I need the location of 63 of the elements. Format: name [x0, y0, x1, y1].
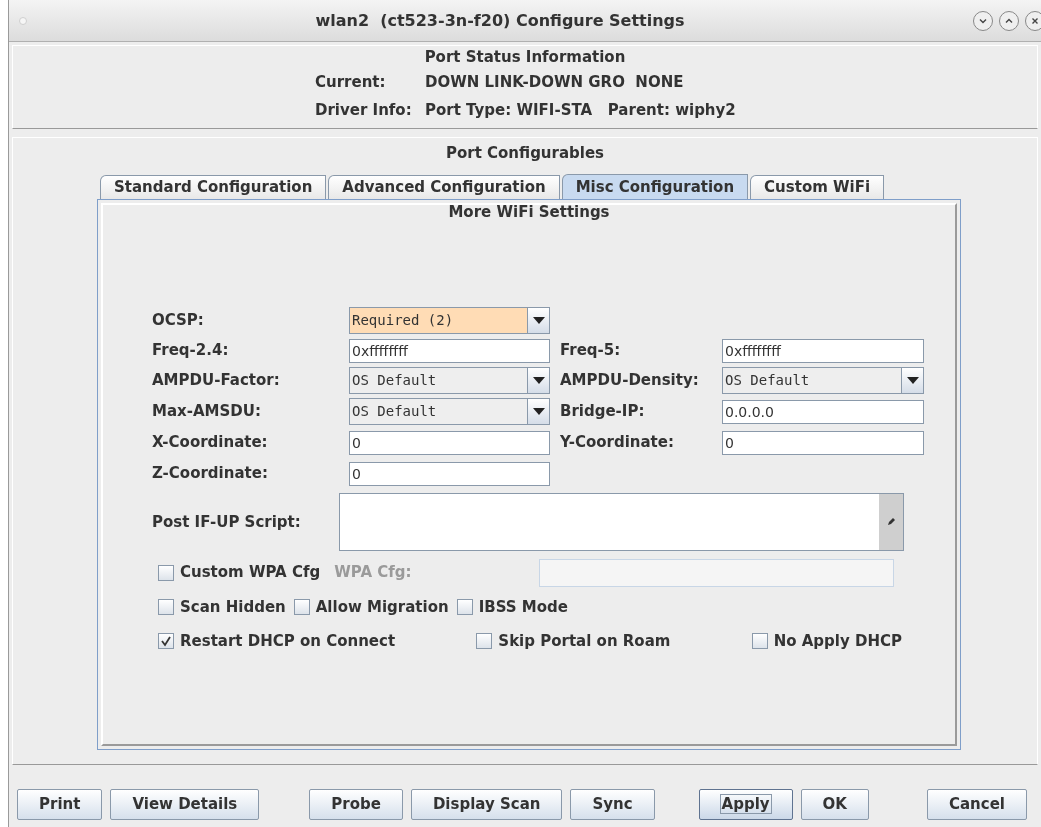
caret-icon: [901, 368, 923, 393]
status-value: DOWN LINK-DOWN GRO NONE: [425, 71, 684, 93]
dialog-button[interactable]: Display Scan: [410, 788, 563, 820]
checkbox-square-icon: [293, 599, 310, 615]
status-value: Port Type: WIFI-STA Parent: wiphy2: [425, 99, 736, 121]
field-label: Freq-2.4:: [152, 340, 230, 362]
field-label: WPA Cfg:: [334, 562, 413, 584]
checkbox-square-icon: [456, 599, 473, 615]
field-label: Bridge-IP:: [560, 401, 646, 423]
checkbox[interactable]: Skip Portal on Roam: [476, 629, 671, 653]
checkbox[interactable]: IBSS Mode: [456, 595, 568, 619]
script-field[interactable]: [339, 493, 904, 551]
section-heading: Port Configurables: [444, 143, 606, 164]
caret-icon: [527, 368, 549, 393]
dialog-button[interactable]: Apply: [698, 788, 793, 820]
minimize-icon[interactable]: [973, 10, 993, 31]
field-label: Post IF-UP Script:: [152, 511, 302, 533]
close-icon[interactable]: [1025, 10, 1041, 31]
checkbox-square-icon: [751, 633, 768, 649]
checkbox-square-icon: [476, 633, 493, 649]
field-label: Max-AMSDU:: [152, 401, 262, 423]
tab[interactable]: Custom WiFi: [750, 175, 885, 199]
dialog-button[interactable]: Sync: [570, 788, 655, 820]
dropdown[interactable]: OS Default: [722, 367, 924, 394]
input-field[interactable]: 0: [722, 430, 924, 455]
dialog-button[interactable]: View Details: [110, 788, 260, 820]
tab[interactable]: Misc Configuration: [561, 174, 749, 199]
field-label: X-Coordinate:: [152, 432, 269, 454]
field-label: AMPDU-Factor:: [152, 370, 281, 392]
checkbox[interactable]: Scan Hidden: [158, 595, 286, 619]
field-label: OCSP:: [152, 310, 205, 332]
checkbox[interactable]: Allow Migration: [293, 595, 449, 619]
checkbox[interactable]: No Apply DHCP: [751, 629, 902, 653]
dropdown[interactable]: OS Default: [349, 367, 550, 394]
field-label: Freq-5:: [560, 340, 622, 362]
panel-heading: More WiFi Settings: [447, 205, 611, 219]
input-field[interactable]: 0: [349, 461, 550, 486]
checkmark-icon: [158, 633, 174, 649]
dropdown[interactable]: Required (2): [349, 307, 550, 334]
section-heading: Port Status Information: [423, 47, 627, 68]
checkbox[interactable]: Restart DHCP on Connect: [158, 629, 396, 653]
tab[interactable]: Standard Configuration: [100, 175, 327, 199]
dropdown[interactable]: OS Default: [349, 398, 550, 425]
status-label: Current:: [315, 71, 387, 93]
maximize-icon[interactable]: [999, 10, 1019, 31]
field-label: AMPDU-Density:: [560, 370, 700, 392]
caret-icon: [527, 308, 549, 333]
dialog-button[interactable]: OK: [800, 788, 869, 820]
input-field[interactable]: 0xffffffff: [722, 338, 924, 363]
dialog-button[interactable]: Print: [17, 788, 103, 820]
window-title: wlan2 (ct523-3n-f20) Configure Settings: [314, 9, 686, 32]
field-label: Z-Coordinate:: [152, 463, 269, 485]
status-label: Driver Info:: [315, 99, 413, 121]
input-field[interactable]: 0xffffffff: [349, 338, 550, 363]
caret-icon: [527, 399, 549, 424]
checkbox-square-icon: [158, 564, 174, 581]
input-field[interactable]: 0: [349, 430, 550, 455]
input-field[interactable]: 0.0.0.0: [722, 399, 924, 424]
field-label: Y-Coordinate:: [560, 432, 675, 454]
checkbox-square-icon: [158, 599, 174, 615]
dialog-button[interactable]: Cancel: [927, 788, 1027, 820]
tab[interactable]: Advanced Configuration: [328, 175, 560, 199]
dialog-button[interactable]: Probe: [309, 788, 403, 820]
